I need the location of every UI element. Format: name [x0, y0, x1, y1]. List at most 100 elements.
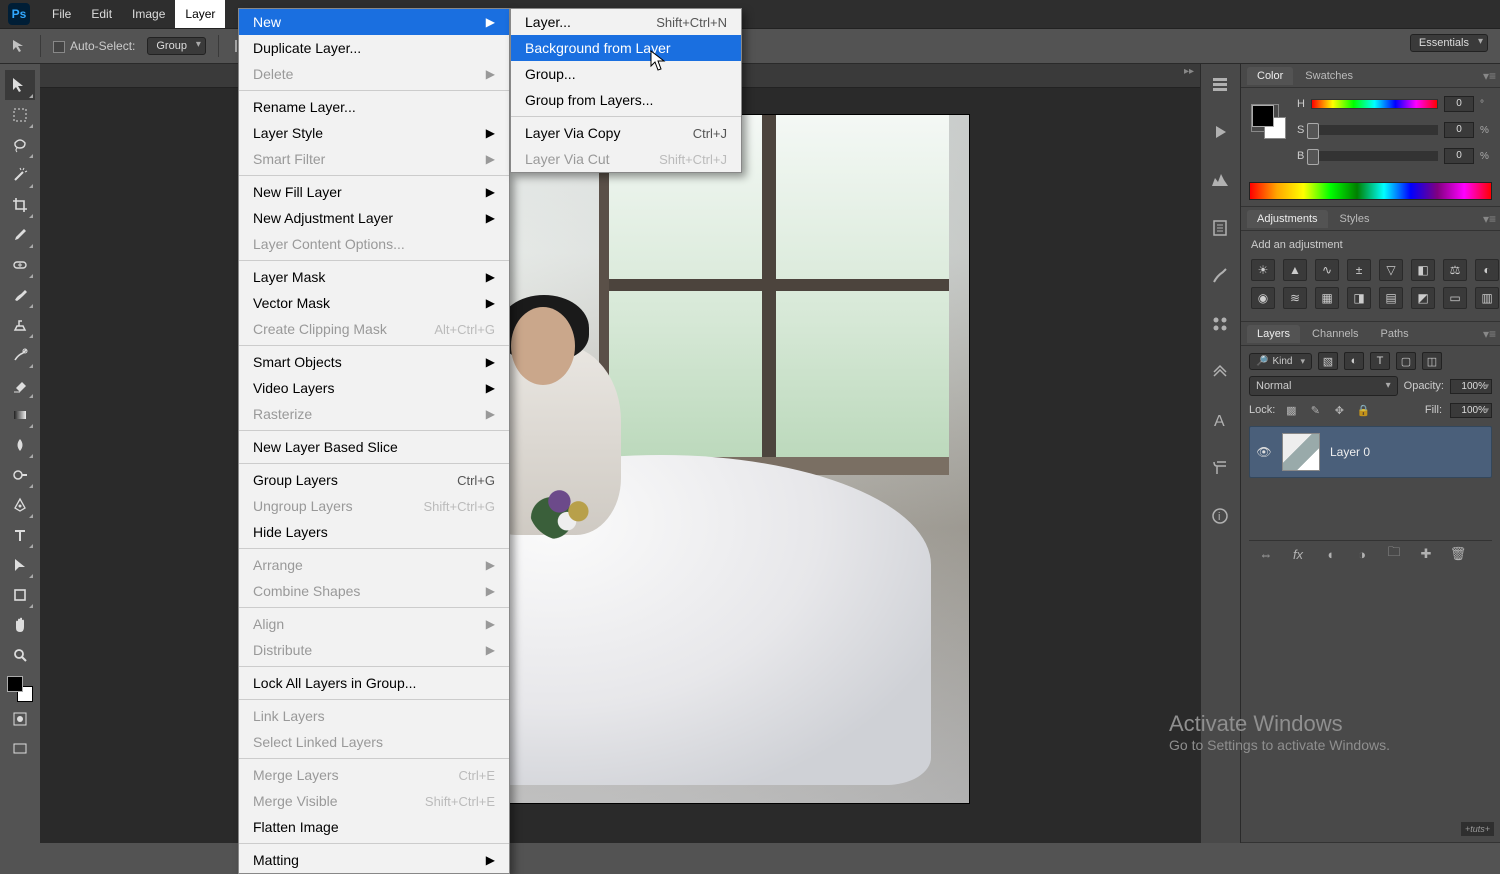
info-panel-icon[interactable]: i	[1210, 506, 1232, 528]
lock-all-icon[interactable]: 🔒	[1355, 402, 1371, 418]
filter-adjust-icon[interactable]: ◐	[1344, 352, 1364, 370]
color-balance-icon[interactable]: ⚖	[1443, 259, 1467, 281]
threshold-icon[interactable]: ◩	[1411, 287, 1435, 309]
eraser-tool[interactable]	[5, 370, 35, 400]
fill-value[interactable]: 100%	[1450, 403, 1492, 418]
history-panel-icon[interactable]	[1210, 74, 1232, 96]
submenu-background-from-layer[interactable]: Background from Layer	[511, 35, 741, 61]
menu-new-fill-layer[interactable]: New Fill Layer▶	[239, 179, 509, 205]
auto-select-mode-dropdown[interactable]: Group	[147, 37, 206, 55]
menu-lock-all-layers-in-group[interactable]: Lock All Layers in Group...	[239, 670, 509, 696]
menu-flatten-image[interactable]: Flatten Image	[239, 814, 509, 840]
selective-color-icon[interactable]: ▥	[1475, 287, 1499, 309]
menu-smart-objects[interactable]: Smart Objects▶	[239, 349, 509, 375]
menu-image[interactable]: Image	[122, 0, 175, 28]
lock-position-icon[interactable]: ✥	[1331, 402, 1347, 418]
invert-icon[interactable]: ◨	[1347, 287, 1371, 309]
channel-mixer-icon[interactable]: ≋	[1283, 287, 1307, 309]
visibility-toggle-icon[interactable]: 👁	[1256, 445, 1272, 459]
menu-video-layers[interactable]: Video Layers▶	[239, 375, 509, 401]
menu-delete[interactable]: Delete▶	[239, 61, 509, 87]
vibrance-icon[interactable]: ▽	[1379, 259, 1403, 281]
hue-slider[interactable]	[1311, 99, 1438, 109]
tab-layers[interactable]: Layers	[1247, 325, 1300, 343]
paragraph-panel-icon[interactable]	[1210, 458, 1232, 480]
panel-menu-icon[interactable]: ▾≡	[1483, 69, 1496, 83]
s-value[interactable]: 0	[1444, 122, 1474, 138]
menu-layer-mask[interactable]: Layer Mask▶	[239, 264, 509, 290]
menu-smart-filter[interactable]: Smart Filter▶	[239, 146, 509, 172]
auto-select-checkbox[interactable]: Auto-Select:	[53, 39, 135, 53]
menu-align[interactable]: Align▶	[239, 611, 509, 637]
new-layer-icon[interactable]: ✚	[1417, 545, 1435, 563]
workspace-dropdown[interactable]: Essentials	[1410, 34, 1488, 52]
blend-mode-dropdown[interactable]: Normal	[1249, 376, 1398, 396]
history-brush-tool[interactable]	[5, 340, 35, 370]
shape-tool[interactable]	[5, 580, 35, 610]
b-value[interactable]: 0	[1444, 148, 1474, 164]
path-selection-tool[interactable]	[5, 550, 35, 580]
link-layers-icon[interactable]: ⇔	[1257, 545, 1275, 563]
brush-panel-icon[interactable]	[1210, 266, 1232, 288]
menu-layer-style[interactable]: Layer Style▶	[239, 120, 509, 146]
menu-duplicate-layer[interactable]: Duplicate Layer...	[239, 35, 509, 61]
lock-transparent-icon[interactable]: ▩	[1283, 402, 1299, 418]
new-fill-adjust-icon[interactable]: ◑	[1353, 545, 1371, 563]
panel-menu-icon[interactable]: ▾≡	[1483, 212, 1496, 226]
menu-select-linked-layers[interactable]: Select Linked Layers	[239, 729, 509, 755]
clone-stamp-tool[interactable]	[5, 310, 35, 340]
zoom-tool[interactable]	[5, 640, 35, 670]
properties-panel-icon[interactable]	[1210, 218, 1232, 240]
sat-slider[interactable]	[1310, 125, 1438, 135]
menu-create-clipping-mask[interactable]: Create Clipping MaskAlt+Ctrl+G	[239, 316, 509, 342]
tab-styles[interactable]: Styles	[1330, 210, 1380, 228]
layer-thumbnail[interactable]	[1282, 433, 1320, 471]
levels-icon[interactable]: ▲	[1283, 259, 1307, 281]
blur-tool[interactable]	[5, 430, 35, 460]
pen-tool[interactable]	[5, 490, 35, 520]
posterize-icon[interactable]: ▤	[1379, 287, 1403, 309]
bri-slider[interactable]	[1310, 151, 1438, 161]
tab-channels[interactable]: Channels	[1302, 325, 1368, 343]
menu-vector-mask[interactable]: Vector Mask▶	[239, 290, 509, 316]
panel-menu-icon[interactable]: ▾≡	[1483, 327, 1496, 341]
layer-name[interactable]: Layer 0	[1330, 445, 1370, 459]
h-value[interactable]: 0	[1444, 96, 1474, 112]
move-tool[interactable]	[5, 70, 35, 100]
menu-ungroup-layers[interactable]: Ungroup LayersShift+Ctrl+G	[239, 493, 509, 519]
menu-layer[interactable]: Layer	[175, 0, 225, 28]
opacity-value[interactable]: 100%	[1450, 379, 1492, 394]
hand-tool[interactable]	[5, 610, 35, 640]
dodge-tool[interactable]	[5, 460, 35, 490]
color-lookup-icon[interactable]: ▦	[1315, 287, 1339, 309]
clone-source-panel-icon[interactable]	[1210, 362, 1232, 384]
quick-mask-toggle[interactable]	[5, 704, 35, 734]
color-spectrum[interactable]	[1249, 182, 1492, 200]
menu-distribute[interactable]: Distribute▶	[239, 637, 509, 663]
add-mask-icon[interactable]: ◖	[1321, 545, 1339, 563]
menu-merge-visible[interactable]: Merge VisibleShift+Ctrl+E	[239, 788, 509, 814]
magic-wand-tool[interactable]	[5, 160, 35, 190]
menu-arrange[interactable]: Arrange▶	[239, 552, 509, 578]
menu-new-layer-based-slice[interactable]: New Layer Based Slice	[239, 434, 509, 460]
brush-tool[interactable]	[5, 280, 35, 310]
layer-filter-kind-dropdown[interactable]: 🔎 Kind	[1249, 353, 1312, 370]
photo-filter-icon[interactable]: ◉	[1251, 287, 1275, 309]
fg-bg-swatch[interactable]	[1251, 104, 1279, 132]
exposure-icon[interactable]: ±	[1347, 259, 1371, 281]
bw-icon[interactable]: ◐	[1475, 259, 1499, 281]
menu-file[interactable]: File	[42, 0, 81, 28]
menu-edit[interactable]: Edit	[81, 0, 122, 28]
submenu-group-from-layers[interactable]: Group from Layers...	[511, 87, 741, 113]
new-group-icon[interactable]: 🗀	[1385, 545, 1403, 563]
filter-shape-icon[interactable]: ▢	[1396, 352, 1416, 370]
lock-pixels-icon[interactable]: ✎	[1307, 402, 1323, 418]
gradient-map-icon[interactable]: ▭	[1443, 287, 1467, 309]
character-panel-icon[interactable]: A	[1210, 410, 1232, 432]
foreground-background-color[interactable]	[5, 674, 35, 704]
marquee-tool[interactable]	[5, 100, 35, 130]
filter-smart-icon[interactable]: ◫	[1422, 352, 1442, 370]
menu-new[interactable]: New▶	[239, 9, 509, 35]
screen-mode-toggle[interactable]	[5, 734, 35, 764]
type-tool[interactable]	[5, 520, 35, 550]
